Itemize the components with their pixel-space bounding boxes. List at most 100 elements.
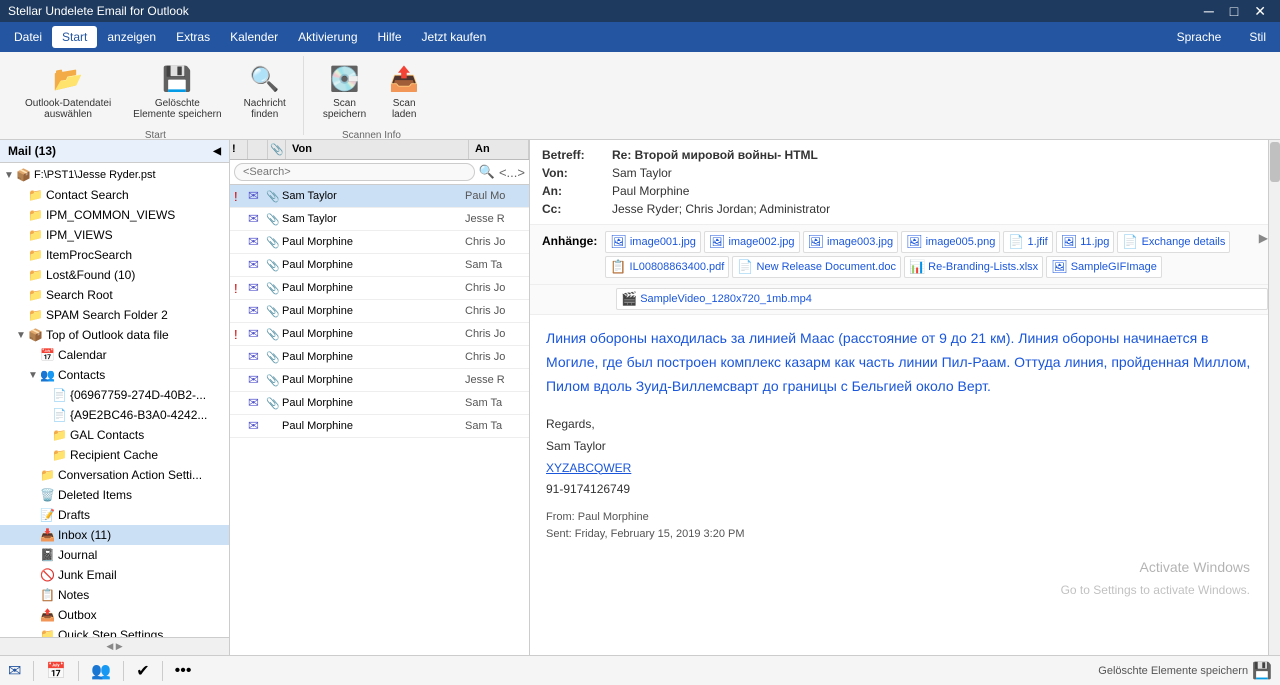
row5-type-icon: ✉ (248, 280, 266, 296)
folder-item-itemproc[interactable]: 📁 ItemProcSearch (0, 245, 229, 265)
email-link[interactable]: XYZABCQWER (546, 458, 1264, 480)
row1-to: Paul Mo (465, 190, 525, 202)
status-mail-icon[interactable]: ✉ (8, 661, 21, 681)
attach-img1[interactable]: 🖼image001.jpg (605, 231, 701, 253)
status-more-icon[interactable]: ••• (175, 662, 192, 680)
folder-item-contact-search[interactable]: 📁 Contact Search (0, 185, 229, 205)
folder-item-contact-guid2[interactable]: 📄 {A9E2BC46-B3A0-4242... (0, 405, 229, 425)
scan-load-label: Scanladen (392, 98, 416, 120)
status-contacts-icon[interactable]: 👥 (91, 661, 111, 681)
maximize-button[interactable]: □ (1224, 3, 1244, 20)
email-row-7[interactable]: ! ✉ 📎 Paul Morphine Chris Jo (230, 323, 529, 346)
col-attach-header[interactable]: 📎 (268, 140, 286, 159)
col-type-header[interactable] (248, 140, 268, 159)
search-icon[interactable]: 🔍 (479, 164, 495, 180)
nachricht-finden-button[interactable]: 🔍 Nachrichtfinden (235, 60, 295, 124)
status-tasks-icon[interactable]: ✔ (136, 661, 149, 681)
attach-video[interactable]: 🎬SampleVideo_1280x720_1mb.mp4 (616, 288, 1268, 310)
folder-item-journal[interactable]: 📓 Journal (0, 545, 229, 565)
row1-from: Sam Taylor (282, 190, 465, 202)
row3-excl (234, 235, 248, 250)
email-row-1[interactable]: ! ✉ 📎 Sam Taylor Paul Mo (230, 185, 529, 208)
email-row-6[interactable]: ✉ 📎 Paul Morphine Chris Jo (230, 300, 529, 323)
attach-pdf[interactable]: 📋IL00808863400.pdf (605, 256, 729, 278)
email-row-9[interactable]: ✉ 📎 Paul Morphine Jesse R (230, 369, 529, 392)
minimize-button[interactable]: ─ (1198, 3, 1220, 20)
row3-to: Chris Jo (465, 236, 525, 248)
col-from-header[interactable]: Von (286, 140, 469, 159)
status-calendar-icon[interactable]: 📅 (46, 661, 66, 681)
folder-item-ipm-common[interactable]: 📁 IPM_COMMON_VIEWS (0, 205, 229, 225)
status-save-icon[interactable]: 💾 (1252, 661, 1272, 681)
folder-item-contact-guid1[interactable]: 📄 {06967759-274D-40B2-... (0, 385, 229, 405)
gal-label: GAL Contacts (70, 428, 144, 442)
attach-xlsx[interactable]: 📊Re-Branding-Lists.xlsx (904, 256, 1043, 278)
row11-type-icon: ✉ (248, 418, 266, 434)
folder-item-deleted-items[interactable]: 🗑️ Deleted Items (0, 485, 229, 505)
search-filter-icon[interactable]: <...> (499, 165, 525, 180)
email-row-10[interactable]: ✉ 📎 Paul Morphine Sam Ta (230, 392, 529, 415)
email-search-input[interactable] (234, 163, 475, 181)
geloschte-elemente-button[interactable]: 💾 GelöschteElemente speichern (124, 60, 230, 124)
attach-img2[interactable]: 🖼image002.jpg (704, 231, 800, 253)
folder-item-top-outlook[interactable]: ▼ 📦 Top of Outlook data file (0, 325, 229, 345)
menu-jetzt-kaufen[interactable]: Jetzt kaufen (412, 26, 497, 48)
scan-laden-button[interactable]: 📤 Scanladen (379, 60, 429, 124)
outlook-icon: 📂 (53, 65, 83, 94)
email-row-8[interactable]: ✉ 📎 Paul Morphine Chris Jo (230, 346, 529, 369)
folder-item-recipient-cache[interactable]: 📁 Recipient Cache (0, 445, 229, 465)
email-row-4[interactable]: ✉ 📎 Paul Morphine Sam Ta (230, 254, 529, 277)
folder-item-calendar[interactable]: 📅 Calendar (0, 345, 229, 365)
sidebar-scrollbar[interactable]: ◀ ▶ (0, 637, 229, 655)
scan-load-icon: 📤 (389, 65, 419, 94)
attach-11jpg[interactable]: 🖼11.jpg (1056, 231, 1115, 253)
meta-to: An: Paul Morphine (542, 184, 1268, 198)
email-row-5[interactable]: ! ✉ 📎 Paul Morphine Chris Jo (230, 277, 529, 300)
journal-label: Journal (58, 548, 97, 562)
close-button[interactable]: ✕ (1248, 3, 1272, 20)
attach-exchange[interactable]: 📄Exchange details (1117, 231, 1230, 253)
email-row-11[interactable]: ✉ Paul Morphine Sam Ta (230, 415, 529, 438)
menu-start[interactable]: Start (52, 26, 97, 48)
outlook-datendatei-button[interactable]: 📂 Outlook-Datendateiauswählen (16, 60, 120, 124)
attach-img5[interactable]: 🖼image005.png (901, 231, 1000, 253)
attach-img3[interactable]: 🖼image003.jpg (803, 231, 899, 253)
folder-item-contacts[interactable]: ▼ 👥 Contacts (0, 365, 229, 385)
folder-item-junk[interactable]: 🚫 Junk Email (0, 565, 229, 585)
scrollbar-thumb[interactable] (1270, 142, 1280, 182)
folder-item-drafts[interactable]: 📝 Drafts (0, 505, 229, 525)
folder-item-conv-action[interactable]: 📁 Conversation Action Setti... (0, 465, 229, 485)
folder-item-ipm-views[interactable]: 📁 IPM_VIEWS (0, 225, 229, 245)
sidebar-collapse-icon[interactable]: ◀ (213, 146, 221, 157)
menu-stil[interactable]: Stil (1239, 26, 1276, 48)
folder-item-gal[interactable]: 📁 GAL Contacts (0, 425, 229, 445)
folder-item-outbox[interactable]: 📤 Outbox (0, 605, 229, 625)
email-row-2[interactable]: ✉ 📎 Sam Taylor Jesse R (230, 208, 529, 231)
folder-item-lost-found[interactable]: 📁 Lost&Found (10) (0, 265, 229, 285)
menu-extras[interactable]: Extras (166, 26, 220, 48)
attach-gif[interactable]: 🖼SampleGIFImage (1046, 256, 1162, 278)
menu-kalender[interactable]: Kalender (220, 26, 288, 48)
scan-speichern-button[interactable]: 💽 Scanspeichern (314, 60, 375, 124)
attach-jfif[interactable]: 📄1.jfif (1003, 231, 1052, 253)
regards-text: Regards, (546, 414, 1264, 436)
menu-aktivierung[interactable]: Aktivierung (288, 26, 367, 48)
detail-scrollbar[interactable] (1268, 140, 1280, 655)
col-excl-header[interactable]: ! (230, 140, 248, 159)
folder-item-spam[interactable]: 📁 SPAM Search Folder 2 (0, 305, 229, 325)
attachments-scroll-right[interactable]: ▶ (1259, 231, 1268, 245)
folder-item-search-root[interactable]: 📁 Search Root (0, 285, 229, 305)
folder-item-inbox[interactable]: 📥 Inbox (11) (0, 525, 229, 545)
menu-datei[interactable]: Datei (4, 26, 52, 48)
menu-anzeigen[interactable]: anzeigen (97, 26, 166, 48)
col-to-header[interactable]: An (469, 140, 529, 159)
email-row-3[interactable]: ✉ 📎 Paul Morphine Chris Jo (230, 231, 529, 254)
email-signature: Regards, Sam Taylor XYZABCQWER 91-917412… (546, 414, 1264, 500)
folder-item-notes[interactable]: 📋 Notes (0, 585, 229, 605)
menu-sprache[interactable]: Sprache (1167, 26, 1232, 48)
folder-item-pst-root[interactable]: ▼ 📦 F:\PST1\Jesse Ryder.pst (0, 165, 229, 185)
attach-newrel[interactable]: 📄New Release Document.doc (732, 256, 901, 278)
menu-hilfe[interactable]: Hilfe (368, 26, 412, 48)
email-list-pane: ! 📎 Von An 🔍 <...> ! ✉ 📎 Sam Taylor Paul… (230, 140, 530, 655)
row11-to: Sam Ta (465, 420, 525, 432)
